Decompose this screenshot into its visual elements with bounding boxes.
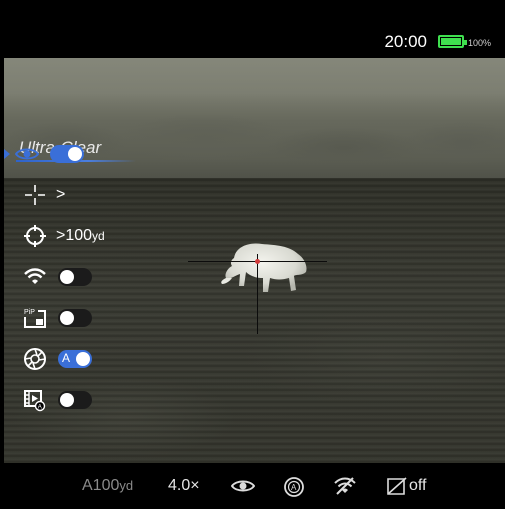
eye-icon (14, 141, 40, 167)
pip-toggle[interactable] (58, 309, 92, 327)
battery-fill (441, 38, 461, 45)
status-bar: 20:00 100% (4, 8, 505, 58)
record-off-icon (386, 476, 408, 501)
zeroing-unit: yd (92, 229, 105, 243)
eye-icon (230, 478, 256, 499)
bottom-status-bar: A100yd 4.0× A off (4, 463, 505, 509)
thermal-view: Ultra-Clear > >100yd (4, 58, 505, 463)
menu-item-mode[interactable] (4, 141, 84, 167)
svg-text:A: A (291, 483, 297, 492)
wifi-off-icon (333, 476, 357, 501)
boar-heat-signature (221, 243, 307, 292)
chevron-right-icon: > (56, 186, 66, 203)
svg-text:A: A (38, 404, 42, 410)
target-reticle-icon (22, 223, 48, 249)
wifi-icon (22, 264, 48, 290)
menu-item-pip[interactable]: PiP (4, 305, 92, 331)
battery-icon (438, 35, 467, 48)
menu-item-reticle[interactable]: > (4, 182, 65, 208)
zeroing-value: >100yd (56, 227, 105, 245)
range-unit: yd (119, 478, 134, 493)
zoom-readout: 4.0× (168, 477, 200, 494)
range-readout: A100yd (82, 477, 133, 495)
battery-percent: 100% (467, 38, 491, 48)
menu-item-wifi[interactable] (4, 264, 92, 290)
pip-icon: PiP (22, 305, 48, 331)
selection-indicator (4, 149, 10, 159)
chevron-right-icon: > (56, 227, 66, 244)
aperture-auto-toggle[interactable]: A (58, 350, 92, 368)
zeroing-distance: 100 (65, 227, 93, 244)
auto-aperture-icon: A (283, 476, 305, 503)
reticle-vertical-line (257, 254, 258, 334)
menu-item-aperture[interactable]: A (4, 346, 92, 372)
record-state: off (409, 477, 427, 494)
clock: 20:00 (384, 32, 427, 51)
thermal-scope-screen: 20:00 100% Ultra-Clear (4, 8, 505, 509)
menu-item-video[interactable]: A (4, 387, 92, 413)
crosshair-icon (22, 182, 48, 208)
auto-label: A (62, 351, 71, 365)
aperture-icon (22, 346, 48, 372)
reticle-center-dot (255, 259, 260, 264)
wifi-toggle[interactable] (58, 268, 92, 286)
svg-text:PiP: PiP (24, 309, 35, 316)
range-value: A100 (82, 477, 120, 494)
mode-toggle[interactable] (50, 145, 84, 163)
menu-item-zeroing[interactable]: >100yd (4, 223, 105, 249)
video-toggle[interactable] (58, 391, 92, 409)
video-record-icon: A (22, 387, 48, 413)
